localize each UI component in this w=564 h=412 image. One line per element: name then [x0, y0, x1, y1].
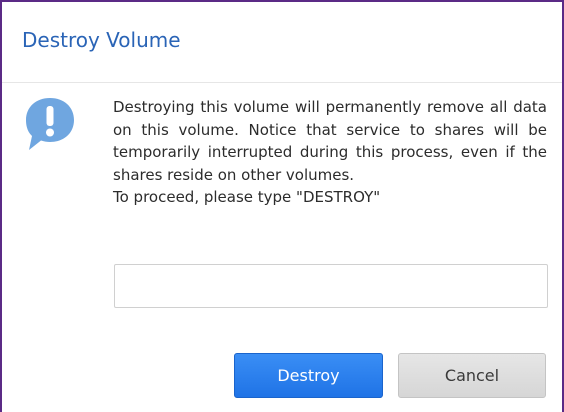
confirm-destroy-input[interactable] — [114, 264, 548, 308]
warning-text: Destroying this volume will permanently … — [113, 98, 547, 184]
destroy-volume-dialog: Destroy Volume Destroying this volume wi… — [0, 0, 564, 412]
destroy-button[interactable]: Destroy — [234, 353, 383, 398]
dialog-message: Destroying this volume will permanently … — [113, 96, 547, 209]
info-bubble-icon — [26, 98, 74, 150]
cancel-button[interactable]: Cancel — [398, 353, 546, 398]
dialog-header: Destroy Volume — [2, 2, 562, 83]
dialog-title: Destroy Volume — [22, 28, 181, 52]
instruction-text: To proceed, please type "DESTROY" — [113, 188, 381, 206]
